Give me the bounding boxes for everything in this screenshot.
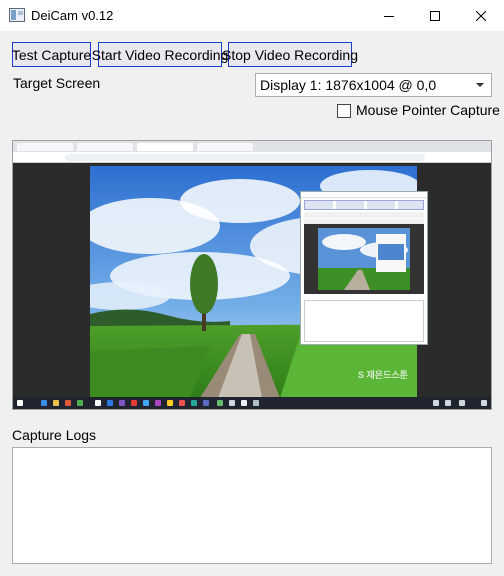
vscode-icon [119, 400, 125, 406]
preview-browser-tab [17, 143, 73, 151]
app-icon [167, 400, 173, 406]
preview-browser-tab [197, 143, 253, 151]
preview-browser-urlbar [13, 152, 491, 163]
windows-start-icon [17, 400, 23, 406]
target-screen-value: Display 1: 1876x1004 @ 0,0 [260, 77, 437, 93]
target-screen-label: Target Screen [13, 75, 101, 91]
app-icon [95, 400, 101, 406]
preview-nested-titlebar [301, 192, 427, 198]
preview-browser-tabbar [13, 141, 491, 152]
app-icon [229, 400, 235, 406]
title-bar[interactable]: DeiCam v0.12 [0, 0, 504, 31]
app-icon [203, 400, 209, 406]
close-button[interactable] [458, 0, 504, 31]
app-icon [107, 400, 113, 406]
app-icon [65, 400, 71, 406]
app-icon [253, 400, 259, 406]
maximize-icon [430, 10, 440, 21]
app-icon [155, 400, 161, 406]
preview-nested-app-window [300, 191, 428, 345]
app-icon [179, 400, 185, 406]
target-screen-select[interactable]: Display 1: 1876x1004 @ 0,0 [255, 73, 492, 97]
minimize-button[interactable] [366, 0, 412, 31]
folder-icon [53, 400, 59, 406]
capture-logs-textarea[interactable] [12, 447, 492, 564]
notification-icon [481, 400, 487, 406]
app-icon [191, 400, 197, 406]
minimize-icon [384, 15, 394, 17]
test-capture-button[interactable]: Test Capture [12, 42, 91, 67]
preview-nested-logs [304, 300, 424, 342]
capture-preview: S 재은드스툰 [12, 140, 492, 410]
app-icon [131, 400, 137, 406]
stop-video-recording-button[interactable]: Stop Video Recording [222, 42, 358, 67]
app-icon [241, 400, 247, 406]
preview-browser-tab [77, 143, 133, 151]
preview-nested-preview [304, 224, 424, 294]
tray-icon [445, 400, 451, 406]
start-video-recording-button[interactable]: Start Video Recording [92, 42, 228, 67]
tray-clock-icon [459, 400, 465, 406]
chevron-down-icon [476, 83, 484, 87]
capture-logs-label: Capture Logs [12, 427, 97, 443]
window-title: DeiCam v0.12 [31, 8, 114, 23]
preview-nested-buttons [304, 200, 424, 210]
preview-browser-tab [137, 143, 193, 151]
preview-nested-options [304, 212, 424, 218]
tray-icon [433, 400, 439, 406]
mouse-pointer-label[interactable]: Mouse Pointer Capture [356, 102, 500, 118]
app-icon [143, 400, 149, 406]
app-icon [9, 8, 25, 22]
maximize-button[interactable] [412, 0, 458, 31]
app-icon [77, 400, 83, 406]
edge-icon [41, 400, 47, 406]
preview-watermark: S 재은드스툰 [358, 370, 408, 380]
mouse-pointer-checkbox[interactable] [337, 104, 351, 118]
close-icon [476, 10, 486, 21]
app-icon [217, 400, 223, 406]
preview-url-field [65, 154, 425, 161]
preview-taskbar [13, 397, 491, 409]
